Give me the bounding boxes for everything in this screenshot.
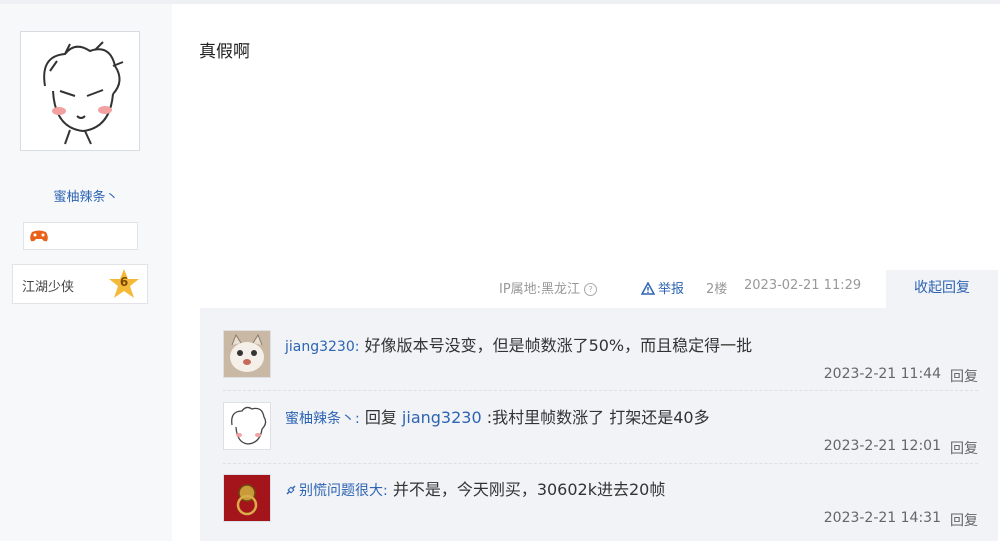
reply-username[interactable]: jiang3230: — [285, 339, 359, 355]
reply-time: 2023-2-21 14:31 — [823, 510, 941, 526]
reply-username-text: 别慌问题很大: — [299, 483, 388, 499]
question-circle-icon[interactable]: ? — [584, 283, 598, 296]
reply-target-user[interactable]: jiang3230 — [402, 408, 482, 427]
reply-divider — [223, 390, 978, 392]
cat-avatar-image — [224, 331, 270, 377]
author-avatar[interactable] — [20, 31, 140, 151]
reply-button[interactable]: 回复 — [950, 438, 978, 458]
reply-username[interactable]: 别慌问题很大: — [285, 483, 388, 499]
post-date: 2023-02-21 11:29 — [744, 278, 862, 293]
reply-avatar[interactable] — [223, 402, 271, 450]
report-link[interactable]: 举报 — [641, 278, 685, 297]
reply-time: 2023-2-21 12:01 — [823, 438, 941, 454]
reply-avatar[interactable] — [223, 474, 271, 522]
reply-avatar[interactable] — [223, 330, 271, 378]
collapse-replies-button[interactable]: 收起回复 — [886, 270, 998, 308]
reply-username[interactable]: 蜜柚辣条丶: — [285, 411, 360, 427]
post-content: 真假啊 — [199, 42, 250, 62]
ip-location: IP属地:黑龙江? — [499, 278, 598, 297]
reply-body: 好像版本号没变，但是帧数涨了50%，而且稳定得一批 — [364, 336, 753, 355]
reply-text-line: 别慌问题很大: 并不是，今天刚买，30602k进去20帧 — [285, 476, 665, 500]
level-number: 6 — [119, 275, 129, 289]
report-label: 举报 — [658, 282, 685, 297]
ip-location-text: IP属地:黑龙江 — [499, 282, 581, 297]
reply-panel: jiang3230: 好像版本号没变，但是帧数涨了50%，而且稳定得一批 202… — [200, 308, 998, 541]
rank-title: 江湖少侠 — [22, 280, 75, 295]
game-badge[interactable] — [23, 222, 138, 250]
reply-text-line: jiang3230: 好像版本号没变，但是帧数涨了50%，而且稳定得一批 — [285, 332, 752, 356]
sketch-avatar-image — [224, 403, 270, 449]
reply-text-line: 蜜柚辣条丶: 回复 jiang3230 :我村里帧数涨了 打架还是40多 — [285, 404, 710, 428]
reply-item: 别慌问题很大: 并不是，今天刚买，30602k进去20帧 2023-2-21 1… — [200, 474, 998, 546]
reply-button[interactable]: 回复 — [950, 510, 978, 530]
author-sidebar: 蜜柚辣条丶 江湖少侠 6 — [0, 4, 172, 541]
reply-prefix: 回复 — [364, 408, 397, 427]
red-knocker-avatar-image — [224, 475, 270, 521]
reply-body: :我村里帧数涨了 打架还是40多 — [486, 408, 710, 427]
reply-time: 2023-2-21 11:44 — [823, 366, 941, 382]
author-username[interactable]: 蜜柚辣条丶 — [0, 186, 172, 205]
avatar-sketch-image — [25, 36, 135, 146]
reply-button[interactable]: 回复 — [950, 366, 978, 386]
floor-number: 2楼 — [706, 282, 728, 297]
rank-badge[interactable]: 江湖少侠 6 — [12, 264, 148, 304]
gamepad-icon — [30, 230, 48, 242]
reply-divider — [223, 463, 978, 465]
chain-link-icon — [286, 485, 296, 495]
reply-body: 并不是，今天刚买，30602k进去20帧 — [392, 480, 666, 499]
warning-triangle-icon — [641, 282, 655, 295]
